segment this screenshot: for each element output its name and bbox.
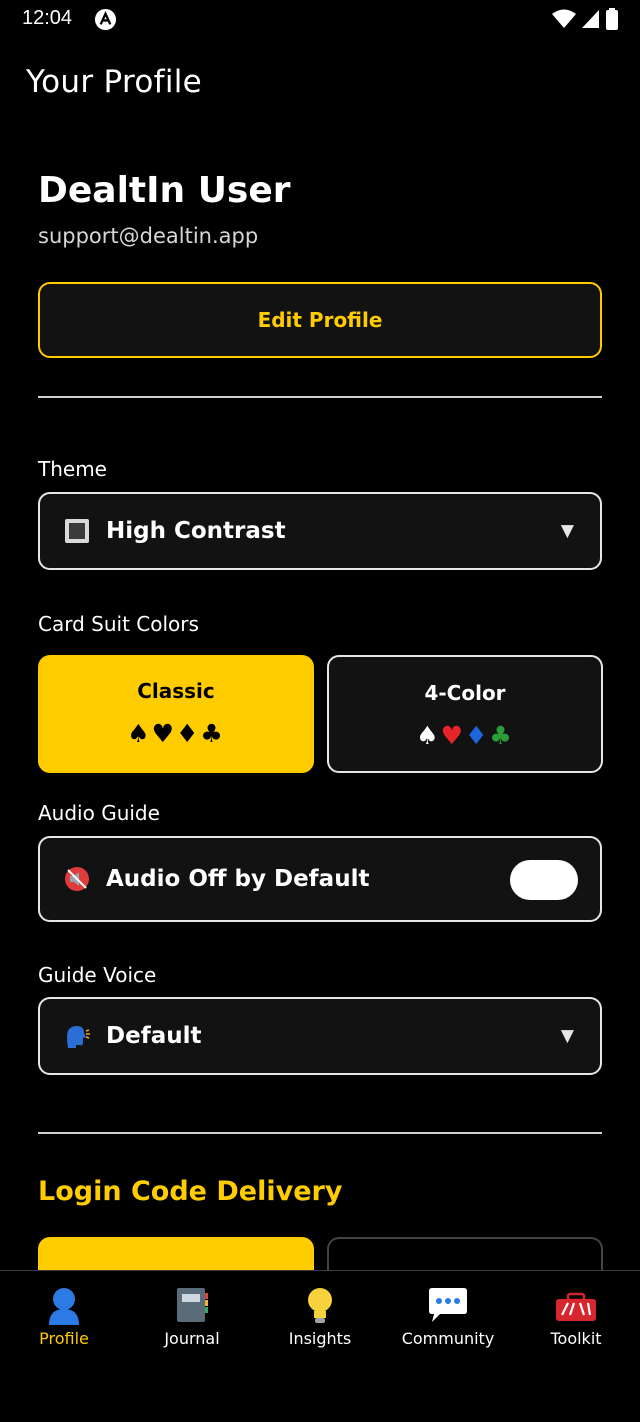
edit-profile-label: Edit Profile: [257, 308, 383, 332]
tab-label: Insights: [288, 1329, 352, 1348]
tab-label: Community: [401, 1329, 495, 1348]
tab-profile[interactable]: Profile: [0, 1285, 128, 1348]
speaking-head-icon: [67, 1026, 90, 1048]
guide-voice-value: Default: [106, 1023, 202, 1049]
tab-label: Toolkit: [550, 1329, 602, 1348]
guide-voice-select[interactable]: Default ▼: [38, 997, 602, 1075]
square-icon: [65, 519, 89, 543]
theme-value: High Contrast: [106, 518, 286, 544]
edit-profile-button[interactable]: Edit Profile: [38, 282, 602, 358]
person-icon: [49, 1288, 79, 1325]
suit-option-title: Classic: [137, 679, 215, 703]
suit-option-four-color[interactable]: 4-Color ♠♥♦♣: [327, 655, 603, 773]
tab-insights[interactable]: Insights: [256, 1285, 384, 1348]
user-name: DealtIn User: [38, 170, 291, 211]
toolbox-icon: [556, 1292, 596, 1321]
dropdown-arrow-icon: ▼: [560, 1026, 574, 1046]
notebook-icon: [177, 1288, 208, 1322]
dropdown-arrow-icon: ▼: [560, 521, 574, 541]
speech-bubble-icon: [429, 1288, 467, 1322]
muted-speaker-icon: [65, 867, 89, 891]
audio-toggle[interactable]: [510, 860, 578, 900]
status-bar: 12:04: [0, 0, 640, 40]
page-title: Your Profile: [26, 64, 203, 100]
tab-journal[interactable]: Journal: [128, 1285, 256, 1348]
theme-label: Theme: [38, 457, 107, 481]
four-color-suits: ♠♥♦♣: [329, 721, 601, 750]
tab-toolkit[interactable]: Toolkit: [512, 1285, 640, 1348]
battery-icon: [606, 8, 618, 30]
divider: [38, 396, 602, 398]
lightbulb-icon: [308, 1288, 332, 1323]
tab-label: Journal: [164, 1329, 220, 1348]
suit-option-classic[interactable]: Classic ♠♥♦♣: [38, 655, 314, 773]
user-email: support@dealtin.app: [38, 224, 259, 248]
card-suit-colors-label: Card Suit Colors: [38, 612, 199, 636]
login-code-delivery-title: Login Code Delivery: [38, 1176, 343, 1207]
guide-voice-label: Guide Voice: [38, 963, 157, 987]
app-notification-icon: [94, 8, 117, 31]
status-icons: [552, 8, 618, 30]
bottom-tab-bar: Profile Journal Insights Community Toolk…: [0, 1270, 640, 1422]
heart-suit: ♥: [440, 721, 465, 750]
classic-suits: ♠♥♦♣: [127, 719, 225, 748]
diamond-suit: ♦: [465, 721, 490, 750]
suit-option-title: 4-Color: [424, 681, 506, 705]
wifi-icon: [552, 9, 576, 28]
theme-select[interactable]: High Contrast ▼: [38, 492, 602, 570]
tab-label: Profile: [39, 1329, 89, 1348]
spade-suit: ♠: [416, 721, 441, 750]
status-time: 12:04: [22, 7, 73, 29]
divider: [38, 1132, 602, 1134]
signal-icon: [582, 10, 599, 28]
audio-guide-label: Audio Guide: [38, 801, 160, 825]
club-suit: ♣: [489, 721, 514, 750]
audio-toggle-label: Audio Off by Default: [106, 866, 370, 892]
audio-guide-row: Audio Off by Default: [38, 836, 602, 922]
tab-community[interactable]: Community: [384, 1285, 512, 1348]
